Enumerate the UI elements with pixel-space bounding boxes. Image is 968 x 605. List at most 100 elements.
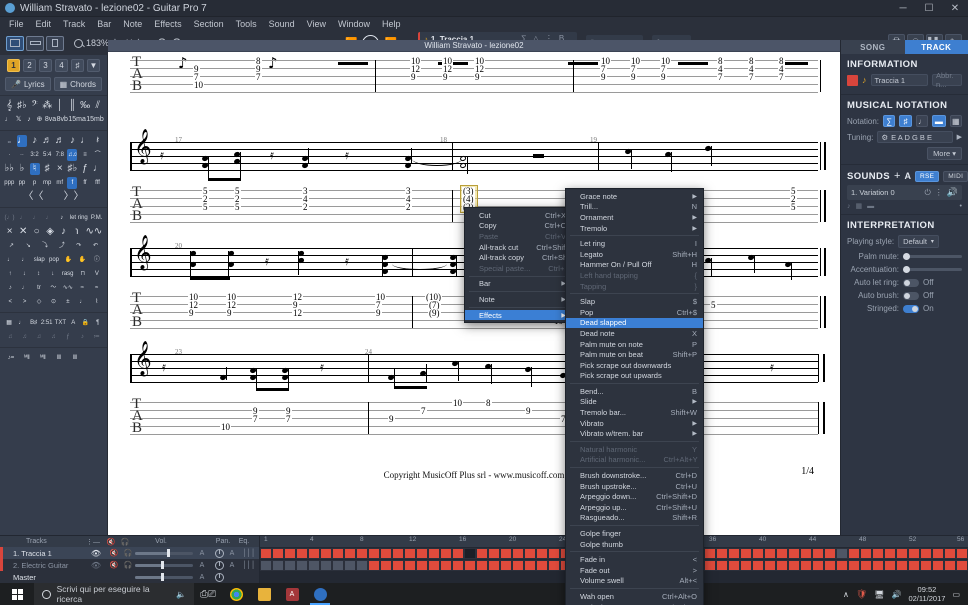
rhythm-notation-button[interactable]: ♩ [915, 115, 929, 127]
sound-variation-row[interactable]: 1. Variation 0 ⏻ ⋮ 🔊 [847, 185, 962, 200]
eighth-icon[interactable]: ♪ [24, 114, 34, 126]
crescendo-icon[interactable]: 〈〈 [23, 191, 43, 203]
stem-direction-icon[interactable]: ♪ [77, 331, 87, 343]
volume-automation-icon[interactable]: ᴹ‖ [22, 352, 32, 364]
beam-group-3-icon[interactable]: ♫ [34, 331, 44, 343]
text-icon[interactable]: TXT [55, 317, 66, 329]
ctx-fx-pick-scrape-down[interactable]: Pick scrape out downwards [566, 360, 703, 371]
tremolo-icon[interactable]: ≡ [80, 149, 90, 161]
track-1-pan-knob[interactable] [215, 548, 224, 558]
track-2-pan-knob[interactable] [215, 560, 224, 570]
ctx-fx-arpeggio-down[interactable]: Arpeggio down... Ctrl+Shift+D [566, 491, 703, 502]
articulation-row-1[interactable]: (♩) ♩ ♩ ♩ ♪ let ring P.M. [2, 211, 105, 225]
mp-icon[interactable]: mp [42, 177, 52, 189]
accent-icon[interactable]: ♩ [18, 212, 28, 224]
track-color-swatch[interactable] [847, 74, 858, 86]
track-row-master[interactable]: Master A [0, 571, 259, 583]
downstroke-icon[interactable]: ⊓ [78, 268, 88, 280]
sixteenth-note-icon[interactable]: ♬ [55, 135, 65, 147]
mf-icon[interactable]: mf [55, 177, 65, 189]
volume-swell-icon[interactable]: ◇ [34, 296, 44, 308]
staff-system-4[interactable]: 23 24 𝄞 𝄿 𝄿 𝄿 T A B 10 9 7 9 7 9 7 10 8 … [130, 344, 825, 436]
horizontal-view-button[interactable] [26, 35, 44, 51]
access-icon[interactable]: A [278, 583, 306, 605]
barline-icon[interactable]: │ [55, 100, 65, 112]
beam-group-1-icon[interactable]: ♫ [5, 331, 15, 343]
ctx-fx-hammer-pull[interactable]: Hammer On / Pull Off H [566, 260, 703, 271]
section-icon[interactable]: ¶ [93, 317, 103, 329]
taskbar-search[interactable]: Scrivi qui per eseguire la ricerca 🔈 [34, 583, 194, 605]
page-view-button[interactable] [6, 35, 24, 51]
tab-song[interactable]: SONG [841, 40, 905, 54]
tapping-icon[interactable]: ♩ [5, 254, 15, 266]
ctx-bar[interactable]: Bar ▶ [465, 279, 572, 290]
ppp-icon[interactable]: ppp [4, 177, 14, 189]
fff-icon[interactable]: fff [93, 177, 103, 189]
left-hand-tapping-icon[interactable]: ♩ [19, 254, 29, 266]
ctx-fx-tremolo-bar[interactable]: Tremolo bar... Shift+W [566, 407, 703, 418]
fx-row-1[interactable]: ♪ ♩ tr 〜 ∿∿ ≈ ≈ [2, 281, 105, 295]
duration-row[interactable]: 𝅝 ♩ ♪ ♬ ♬ ♪ ♩ 𝄽 [2, 134, 105, 148]
notification-center-icon[interactable]: ▭ [952, 590, 960, 599]
artificial-harmonic-icon[interactable]: ◈ [45, 226, 55, 238]
ff-icon[interactable]: ff [80, 177, 90, 189]
pop-icon[interactable]: pop [49, 254, 59, 266]
auto-let-ring-toggle[interactable] [903, 278, 919, 287]
annotation-icon[interactable]: A [68, 317, 78, 329]
golpe-finger-icon[interactable]: ✋ [63, 254, 73, 266]
ctx-effects[interactable]: Effects ▶ [465, 309, 572, 321]
menu-tools[interactable]: Tools [231, 18, 262, 30]
beam-icon[interactable]: ♫♫ [67, 149, 78, 161]
tuning-value[interactable]: ⚙ E A D G B E [877, 131, 953, 143]
key-signature-icon[interactable]: ♯♭ [17, 100, 27, 112]
brush-down-icon[interactable]: ↓ [19, 268, 29, 280]
slide-in-icon[interactable]: ⤵ [40, 240, 50, 252]
playing-style-select[interactable]: Default ▾ [898, 235, 939, 248]
hairpin-row[interactable]: 〈〈 〉〉 [2, 190, 105, 204]
articulation-row-2[interactable]: × ✕ ○ ◈ ♪ ℩ ∿∿ [2, 225, 105, 239]
arpeggio-up-icon[interactable]: ↕ [33, 268, 43, 280]
ctx-fx-golpe-finger[interactable]: Golpe finger [566, 528, 703, 539]
treble-clef-icon[interactable]: 𝄞 [4, 100, 14, 112]
master-pan-knob[interactable] [215, 572, 224, 582]
quindicesima-bassa-icon[interactable]: 15mb [86, 114, 104, 126]
brush-up-icon[interactable]: ↑ [5, 268, 15, 280]
track-2-volume-slider[interactable] [135, 561, 193, 569]
trill-fx-icon[interactable]: tr [34, 282, 44, 294]
accentuation-slider[interactable] [903, 266, 962, 273]
segno-icon[interactable]: ⁂ [42, 100, 52, 112]
arpeggio-down-icon[interactable]: ↓ [48, 268, 58, 280]
vertical-view-button[interactable] [46, 35, 64, 51]
double-sharp-icon[interactable]: × [55, 163, 65, 175]
ctx-fx-volume-swell[interactable]: Volume swell Alt+< [566, 576, 703, 587]
ctx-all-track-copy[interactable]: All-track copy Ctrl+Shift+C [465, 252, 583, 263]
ctx-all-track-cut[interactable]: All-track cut Ctrl+Shift+X [465, 242, 577, 253]
ctx-copy[interactable]: Copy Ctrl+C [465, 221, 572, 232]
amp-icon[interactable]: ♪ [847, 203, 851, 210]
ctx-fx-vibrato[interactable]: Vibrato ▶ [566, 418, 703, 429]
fx-row-2[interactable]: < > ◇ ⊙ ± ♩ ⌇ [2, 295, 105, 309]
clef-row-2[interactable]: ♩ 𝕏 ♪ ⊕ 8va 8vb 15ma 15mb [2, 113, 105, 127]
quindicesima-alta-icon[interactable]: 15ma [68, 114, 86, 126]
ctx-cut[interactable]: Cut Ctrl+X [465, 210, 572, 221]
menu-bar[interactable]: Bar [92, 18, 116, 30]
coda-icon[interactable]: ⊕ [34, 114, 44, 126]
rack-icon[interactable]: ▬ [867, 203, 874, 210]
grid-notation-button[interactable]: ▦ [949, 115, 962, 127]
menu-view[interactable]: View [302, 18, 331, 30]
track-1-visibility-icon[interactable]: 👁 [85, 549, 107, 558]
note-icon[interactable]: ♩ [3, 114, 13, 126]
ottava-alta-icon[interactable]: 8va [45, 114, 56, 126]
lock-icon[interactable]: 🔒 [81, 317, 91, 329]
slide-out-icon[interactable]: ⤴ [57, 240, 67, 252]
multivoice-icon[interactable]: ♯ [71, 59, 84, 72]
tie-icon[interactable]: ⌒ [93, 149, 103, 161]
standard-notation-button[interactable]: ∑ [883, 115, 896, 127]
bend-down-icon[interactable]: ↘ [23, 240, 33, 252]
decrescendo-icon[interactable]: 〉〉 [64, 191, 84, 203]
double-dot-icon[interactable]: ·· [17, 149, 27, 161]
sharp-icon[interactable]: ♯ [42, 163, 52, 175]
context-menu-effects[interactable]: Grace note ▶ Trill... N Ornament ▶ Tremo… [565, 188, 704, 605]
eighth-note-icon[interactable]: ♬ [42, 135, 52, 147]
track-2-pan-automation-icon[interactable]: A [224, 562, 240, 569]
